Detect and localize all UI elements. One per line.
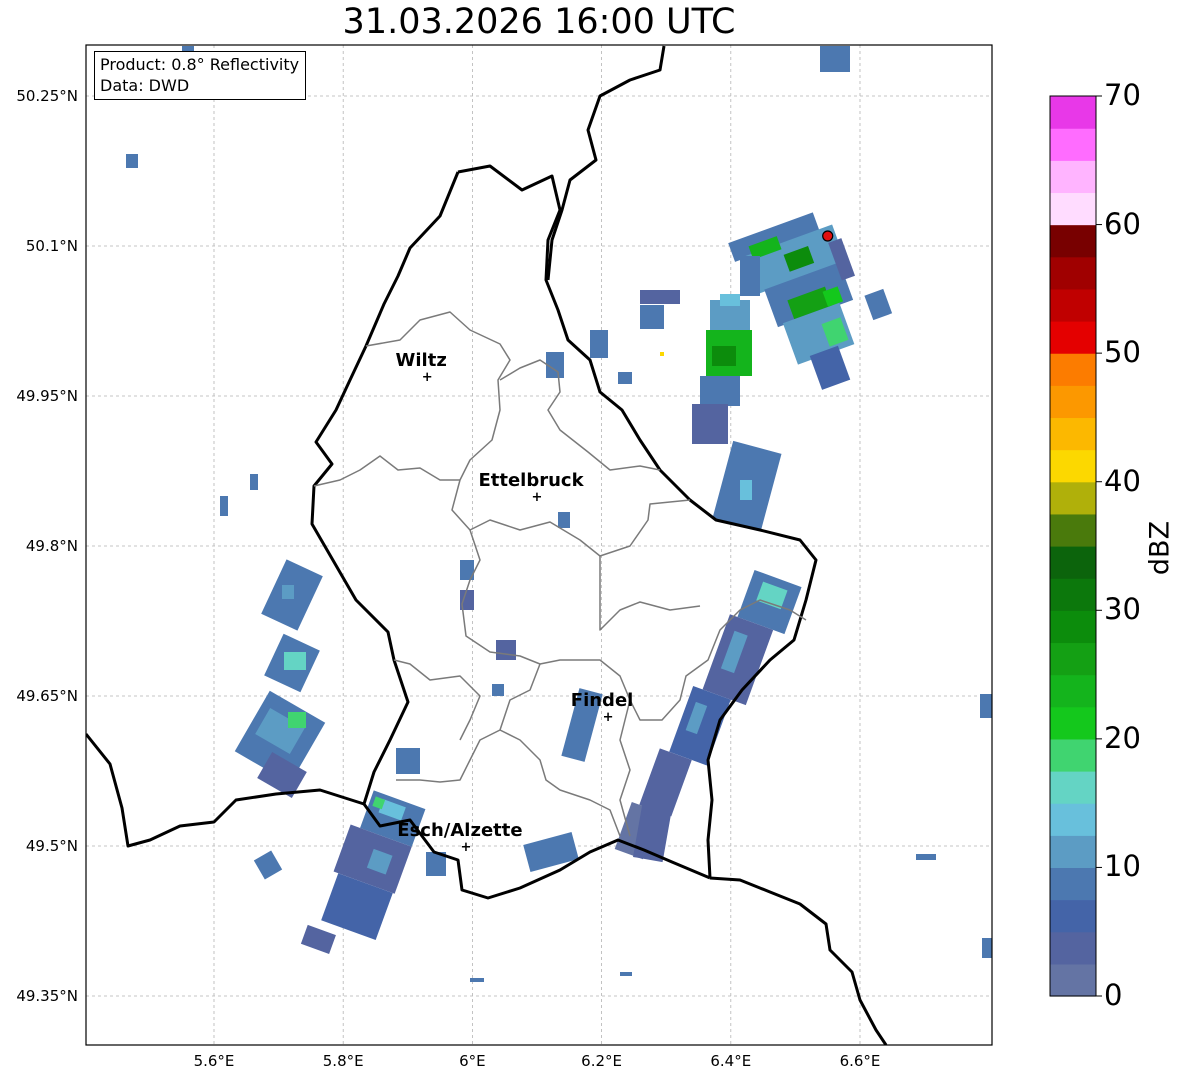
lat-tick-label: 49.65°N xyxy=(16,687,78,705)
lat-tick-label: 49.95°N xyxy=(16,387,78,405)
colorbar-segment xyxy=(1050,610,1096,644)
lon-tick-label: 6°E xyxy=(459,1052,486,1070)
colorbar-segment xyxy=(1050,321,1096,354)
graticule xyxy=(86,45,992,1045)
lon-tick-label: 5.8°E xyxy=(323,1052,364,1070)
colorbar-segment xyxy=(1050,771,1096,804)
colorbar-segment xyxy=(1050,867,1096,901)
echo-band-east xyxy=(712,440,782,532)
colorbar-segment xyxy=(1050,899,1096,933)
echo-cell-southwest xyxy=(300,790,426,954)
colorbar-segment xyxy=(1050,449,1096,483)
colorbar-segment xyxy=(1050,288,1096,322)
echo-band-northeast-west xyxy=(640,256,760,444)
lat-tick-label: 49.35°N xyxy=(16,987,78,1005)
product-info-box: Product: 0.8° Reflectivity Data: DWD xyxy=(94,51,307,100)
echo-cell-west xyxy=(234,559,326,798)
colorbar-segment xyxy=(1050,160,1096,194)
border-germany-east xyxy=(546,45,666,281)
lon-tick-label: 5.6°E xyxy=(194,1052,235,1070)
colorbar xyxy=(1049,95,1102,997)
colorbar-tick-label: 50 xyxy=(1104,335,1141,370)
lat-tick-label: 49.5°N xyxy=(26,837,78,855)
colorbar-segment xyxy=(1050,803,1096,836)
lon-tick-label: 6.4°E xyxy=(710,1052,751,1070)
city-label: Findel xyxy=(571,690,634,711)
border-france-belgium xyxy=(86,733,365,848)
colorbar-tick-label: 30 xyxy=(1104,592,1141,627)
radar-echoes xyxy=(126,46,992,982)
data-source-label: Data: DWD xyxy=(100,76,190,95)
colorbar-segment xyxy=(1050,642,1096,676)
colorbar-segment xyxy=(1050,963,1096,997)
city-label: Wiltz xyxy=(396,350,447,371)
city-marker: + xyxy=(460,840,471,855)
colorbar-tick-label: 10 xyxy=(1104,849,1141,884)
colorbar-segment xyxy=(1050,96,1096,129)
colorbar-segment xyxy=(1050,546,1096,579)
colorbar-segment xyxy=(1050,738,1096,772)
colorbar-segment xyxy=(1050,674,1096,708)
lat-tick-label: 49.8°N xyxy=(26,537,78,555)
colorbar-segment xyxy=(1050,513,1096,547)
city-marker: + xyxy=(603,710,614,725)
city-marker: + xyxy=(422,370,433,385)
echo-scatter xyxy=(126,46,992,982)
colorbar-tick-label: 60 xyxy=(1104,206,1141,241)
city-label: Esch/Alzette xyxy=(397,820,522,841)
colorbar-segment xyxy=(1050,931,1096,965)
radar-map: +Wiltz+Ettelbruck+Findel+Esch/Alzette 5.… xyxy=(16,44,1102,1070)
colorbar-label: dBZ xyxy=(1144,520,1176,576)
colorbar-segment xyxy=(1050,417,1096,451)
colorbar-tick-label: 40 xyxy=(1104,463,1141,498)
lon-tick-label: 6.6°E xyxy=(840,1052,881,1070)
radar-site-marker xyxy=(822,230,834,242)
product-label: Product: 0.8° Reflectivity xyxy=(100,55,300,74)
lat-tick-label: 50.25°N xyxy=(16,87,78,105)
colorbar-tick-label: 20 xyxy=(1104,720,1141,755)
colorbar-segment xyxy=(1050,706,1096,740)
colorbar-segment xyxy=(1050,578,1096,611)
map-frame xyxy=(85,44,993,1046)
echo-cell-northeast xyxy=(728,212,893,390)
colorbar-segment xyxy=(1050,128,1096,161)
city-markers: +Wiltz+Ettelbruck+Findel+Esch/Alzette xyxy=(396,350,634,855)
colorbar-segment xyxy=(1050,835,1096,869)
colorbar-tick-label: 0 xyxy=(1104,978,1123,1012)
colorbar-segment xyxy=(1050,481,1096,515)
colorbar-segment xyxy=(1050,192,1096,226)
city-label: Ettelbruck xyxy=(478,470,584,491)
colorbar-tick-label: 70 xyxy=(1104,78,1141,112)
country-borders xyxy=(86,45,888,1045)
colorbar-segment xyxy=(1050,385,1096,419)
city-marker: + xyxy=(532,490,543,505)
colorbar-segment xyxy=(1050,256,1096,290)
lat-tick-label: 50.1°N xyxy=(26,237,78,255)
lon-tick-label: 6.2°E xyxy=(581,1052,622,1070)
colorbar-segment xyxy=(1050,353,1096,386)
colorbar-segment xyxy=(1050,224,1096,258)
axis-tick-labels: 5.6°E 5.8°E 6°E 6.2°E 6.4°E 6.6°E 50.25°N 50.1°… xyxy=(16,87,880,1070)
